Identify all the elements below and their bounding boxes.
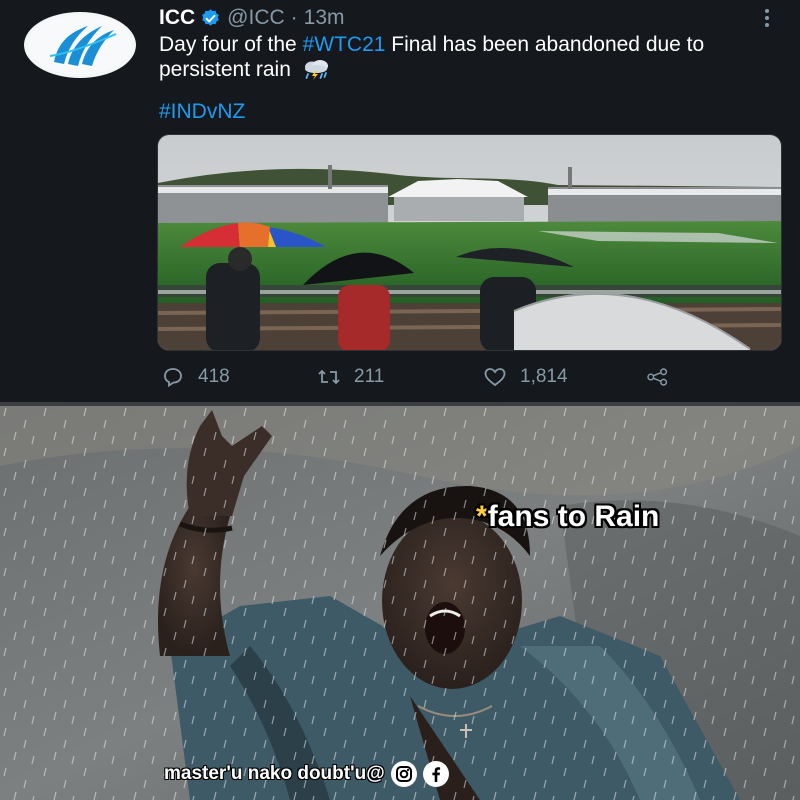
tweet-card[interactable]: ICC @ICC · 13m Day four of the #WTC21 Fi… <box>0 0 800 402</box>
header-separator: · <box>290 6 298 29</box>
reply-count: 418 <box>198 366 230 387</box>
reply-button[interactable]: 418 <box>161 364 230 390</box>
verified-badge-icon <box>202 8 219 26</box>
instagram-icon[interactable] <box>390 761 417 787</box>
heart-icon <box>484 368 506 387</box>
more-options-icon[interactable] <box>759 6 775 30</box>
retweet-icon <box>318 369 340 385</box>
tweet-photo-stadium[interactable] <box>157 134 782 351</box>
icc-logo-avatar[interactable] <box>24 12 136 78</box>
retweet-count: 211 <box>354 366 385 387</box>
tweet-header: ICC @ICC · 13m <box>159 6 345 30</box>
like-button[interactable]: 1,814 <box>483 364 568 390</box>
author-handle[interactable]: @ICC <box>227 6 284 30</box>
cloud-rain-lightning-icon <box>304 60 328 80</box>
watermark-text: master'u nako doubt'u@ <box>164 763 385 784</box>
hashtag-wtc21[interactable]: #WTC21 <box>303 33 386 56</box>
hashtag-indvnz[interactable]: #INDvNZ <box>159 100 245 124</box>
reply-icon <box>164 368 182 388</box>
meme-caption: *fans to Rain <box>476 500 659 534</box>
author-name[interactable]: ICC <box>159 6 195 30</box>
caption-text: fans to Rain <box>487 500 660 533</box>
share-button[interactable] <box>646 364 683 390</box>
tweet-text: Day four of the #WTC21 Final has been ab… <box>159 32 759 82</box>
meme-image-rain-fan <box>0 406 800 800</box>
like-count: 1,814 <box>520 366 568 387</box>
facebook-icon[interactable] <box>422 761 449 787</box>
caption-asterisk: * <box>476 500 488 533</box>
tweet-timestamp[interactable]: 13m <box>304 6 345 30</box>
retweet-button[interactable]: 211 <box>317 364 384 390</box>
tweet-text-part1: Day four of the <box>159 33 303 56</box>
share-icon <box>647 368 668 386</box>
page-watermark: master'u nako doubt'u@ <box>164 760 449 788</box>
